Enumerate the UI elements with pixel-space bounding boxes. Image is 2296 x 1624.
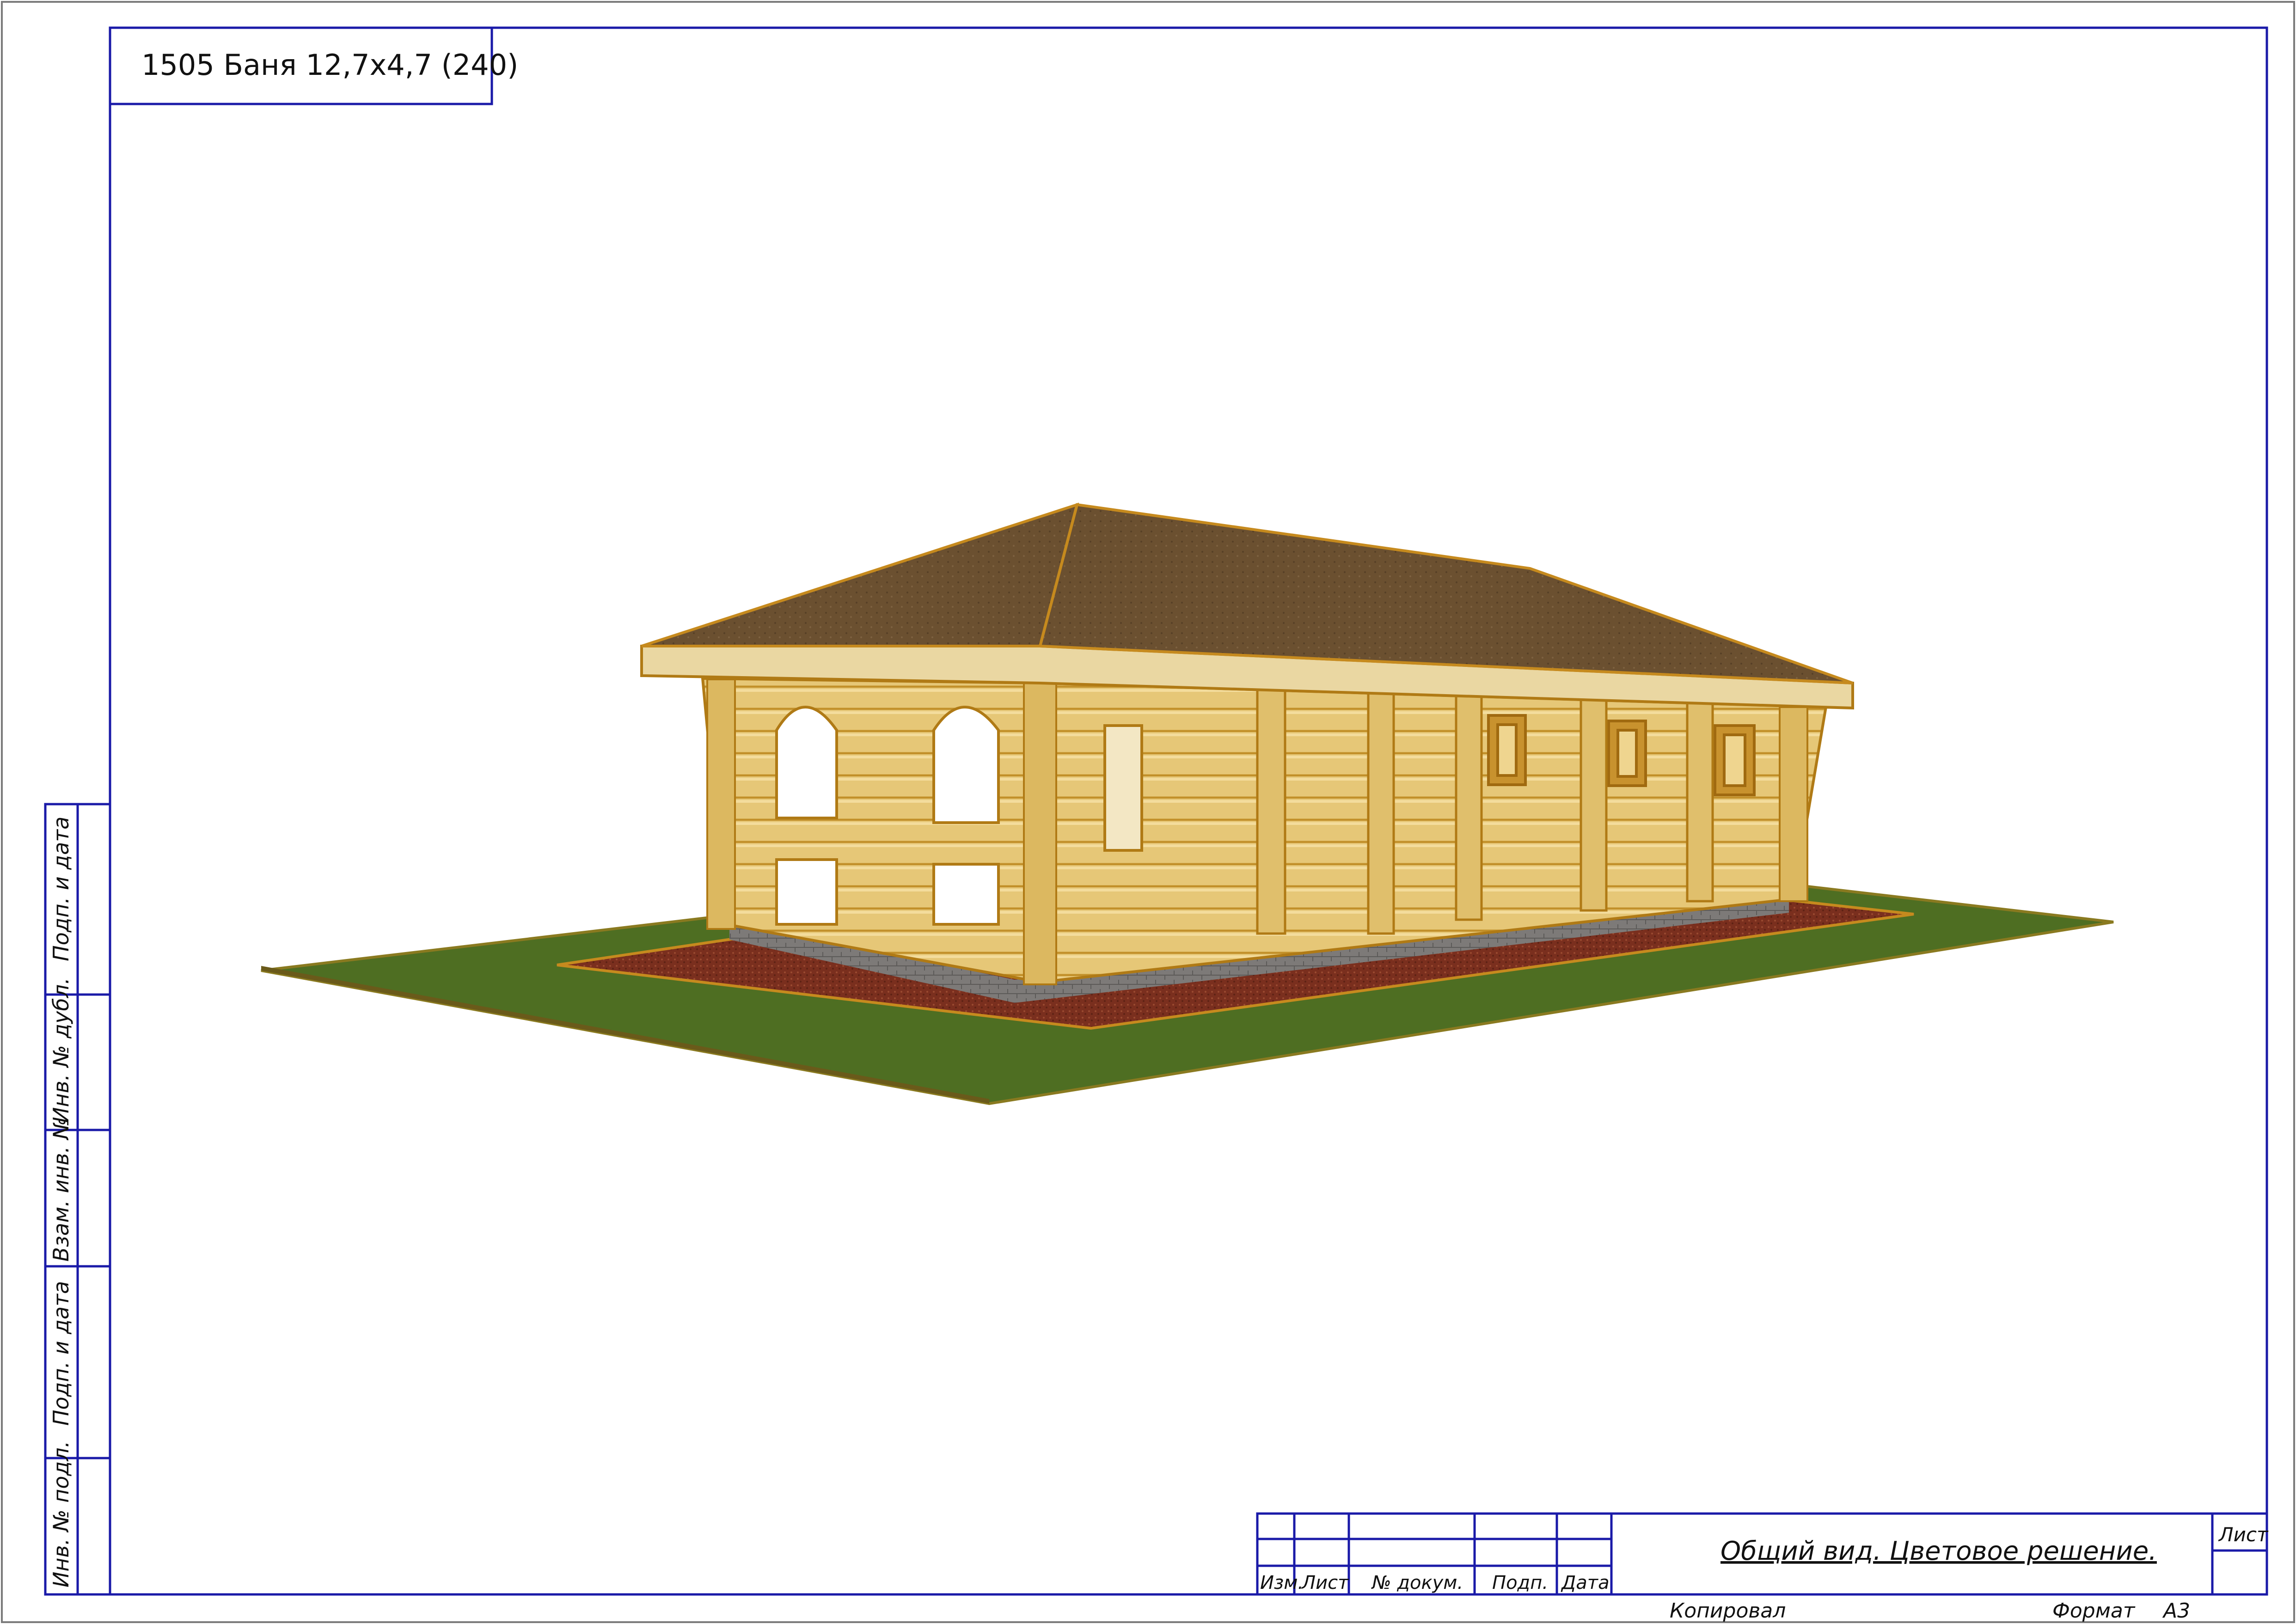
drawing-sheet: 1505 Баня 12,7х4,7 (240) Подп. и дата Ин… (1, 1, 2295, 1623)
roof-front-hip (641, 502, 1079, 647)
sheet-title: Общий вид. Цветовое решение. (1720, 1536, 2157, 1566)
project-label-box: 1505 Баня 12,7х4,7 (240) (109, 26, 518, 105)
project-label: 1505 Баня 12,7х4,7 (240) (141, 48, 518, 82)
bathhouse-illustration (261, 502, 2114, 1105)
header-sheet: Лист (1301, 1572, 1349, 1593)
header-date: Дата (1561, 1572, 1610, 1593)
header-change: Изм. (1260, 1572, 1304, 1593)
corner-post (1023, 678, 1057, 985)
format-value: А3 (2162, 1599, 2190, 1623)
side-stamp-orig-inv: Инв. № подл. (49, 1441, 73, 1587)
format-label: Формат (2052, 1599, 2136, 1623)
copied-label: Копировал (1670, 1599, 1786, 1623)
side-stamp-sign-date-1: Подп. и дата (49, 817, 73, 961)
side-stamp-replace-inv: Взам. инв. № (49, 1117, 73, 1262)
sheet-label: Лист (2218, 1523, 2269, 1546)
header-sign: Подп. (1492, 1572, 1548, 1593)
side-stamp-sign-date-2: Подп. и дата (49, 1281, 73, 1426)
header-doc-no: № докум. (1371, 1572, 1463, 1593)
side-stamp-dup-inv: Инв. № дубл. (49, 977, 73, 1123)
